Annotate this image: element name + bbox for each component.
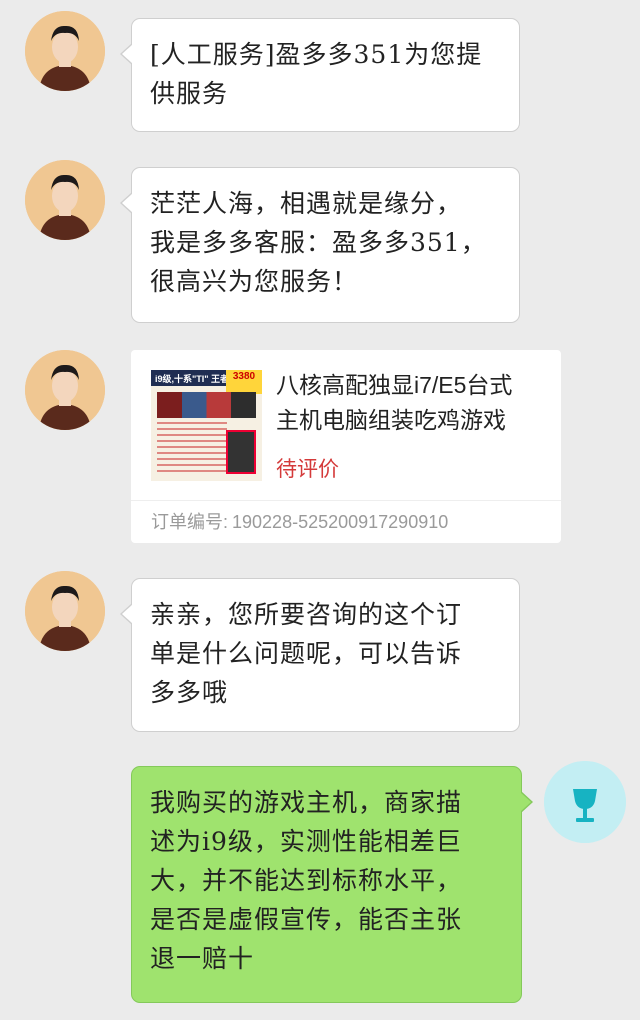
order-number-row: 订单编号: 190228-525200917290910	[131, 500, 561, 543]
agent-avatar-photo	[25, 11, 105, 91]
thumbnail-price: 3380	[226, 370, 262, 394]
order-number: 190228-525200917290910	[232, 512, 449, 532]
order-status: 待评价	[276, 458, 339, 481]
agent-avatar[interactable]	[25, 160, 105, 240]
message-bubble: 茫茫人海，相遇就是缘分， 我是多多客服：盈多多351， 很高兴为您服务！	[120, 167, 520, 323]
agent-avatar-photo	[25, 571, 105, 651]
message-bubble: 亲亲，您所要咨询的这个订 单是什么问题呢，可以告诉 多多哦	[120, 578, 520, 732]
thumbnail-spec-lines	[157, 422, 227, 476]
order-card-product[interactable]: i9级,十系"TI" 王者 3380 八核高配独显i7/E5台式 主机电脑组装吃…	[131, 350, 561, 500]
product-title-line: 八核高配独显i7/E5台式	[276, 372, 513, 398]
message-line: 大，并不能达到标称水平，	[150, 866, 463, 895]
agent-avatar[interactable]	[25, 11, 105, 91]
message-line: 我购买的游戏主机，商家描	[150, 788, 463, 817]
message-line: 多多哦	[150, 678, 229, 707]
product-title-line: 主机电脑组装吃鸡游戏	[276, 407, 506, 433]
thumbnail-banner-text: i9级,十系"TI" 王者	[155, 374, 230, 384]
message-line: [人工服务]盈多多351为您提	[150, 40, 483, 69]
message-line: 单是什么问题呢，可以告诉	[150, 639, 463, 668]
message-line: 供服务	[150, 79, 229, 108]
agent-avatar-photo	[25, 350, 105, 430]
order-card[interactable]: i9级,十系"TI" 王者 3380 八核高配独显i7/E5台式 主机电脑组装吃…	[131, 350, 561, 543]
message-line: 亲亲，您所要咨询的这个订	[150, 600, 463, 629]
thumbnail-pc-case	[226, 430, 256, 474]
wine-glass-icon	[544, 761, 626, 843]
agent-avatar[interactable]	[25, 350, 105, 430]
message-line: 茫茫人海，相遇就是缘分，	[150, 189, 463, 218]
thumbnail-images	[157, 392, 256, 418]
message-line: 是否是虚假宣传，能否主张	[150, 905, 463, 934]
message-bubble: [人工服务]盈多多351为您提 供服务	[120, 18, 520, 132]
product-thumbnail[interactable]: i9级,十系"TI" 王者 3380	[151, 370, 262, 481]
message-line: 述为i9级，实测性能相差巨	[150, 827, 462, 856]
order-number-label: 订单编号:	[151, 512, 229, 532]
agent-avatar[interactable]	[25, 571, 105, 651]
message-line: 我是多多客服：盈多多351，	[150, 228, 487, 257]
chat-window: [人工服务]盈多多351为您提 供服务 茫茫人海，相遇就是缘分， 我是多多客服：…	[0, 0, 640, 1020]
user-avatar[interactable]	[544, 761, 626, 843]
product-title[interactable]: 八核高配独显i7/E5台式 主机电脑组装吃鸡游戏	[276, 368, 546, 438]
user-message-bubble: 我购买的游戏主机，商家描 述为i9级，实测性能相差巨 大，并不能达到标称水平， …	[131, 766, 533, 1003]
message-line: 很高兴为您服务！	[150, 267, 359, 296]
message-line: 退一赔十	[150, 944, 255, 973]
agent-avatar-photo	[25, 160, 105, 240]
